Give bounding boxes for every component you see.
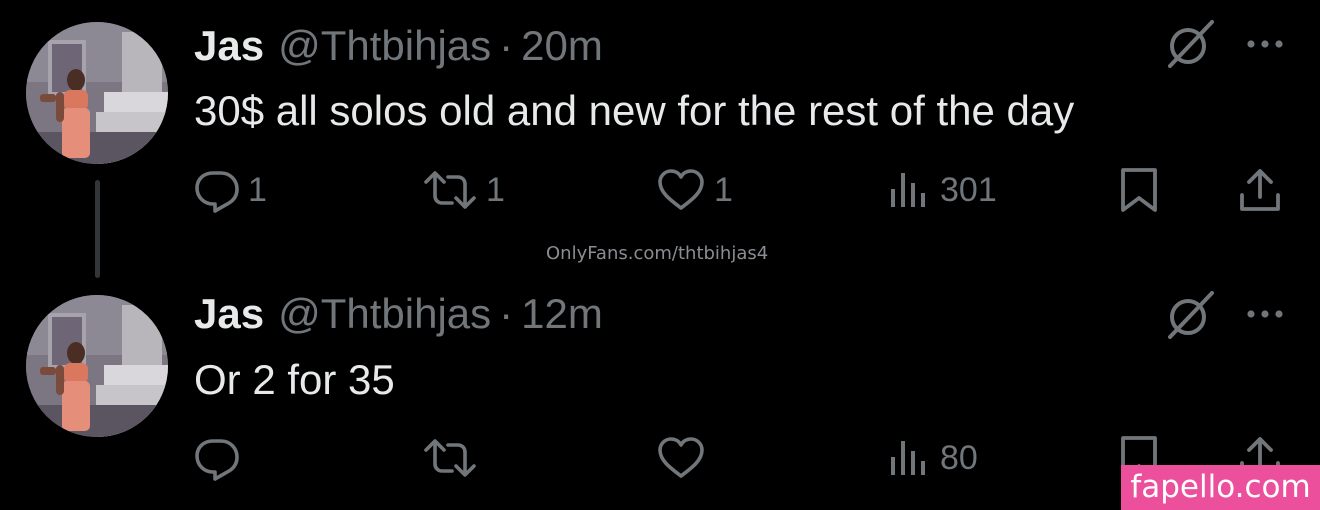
action-bar: 1 1 1 301 [0,162,1320,218]
like-button[interactable] [656,430,714,486]
repost-button[interactable] [422,430,486,486]
bookmark-button[interactable] [1116,162,1162,218]
profile-photo [26,295,168,437]
tweet-header: Jas @Thtbihjas · 12m [194,290,603,338]
avatar[interactable] [26,22,168,164]
tweet[interactable]: Jas @Thtbihjas · 20m 30$ all solos old a… [0,0,1320,278]
separator-dot: · [499,22,514,69]
reply-button[interactable]: 1 [194,162,267,218]
views-button[interactable]: 80 [886,430,978,486]
heart-icon [658,169,704,210]
view-count: 301 [940,170,997,209]
profile-photo [26,22,168,164]
heart-icon [658,437,704,478]
views-button[interactable]: 301 [886,162,997,218]
tweet-text: Or 2 for 35 [194,356,395,403]
bookmark-icon [1121,168,1157,212]
display-name[interactable]: Jas [194,22,264,70]
view-count: 80 [940,438,978,477]
more-dots-icon[interactable] [1240,294,1290,334]
repost-count: 1 [486,170,505,209]
repost-icon [424,171,476,209]
fapello-watermark: fapello.com [1121,465,1320,510]
user-handle[interactable]: @Thtbihjas [278,22,491,70]
grok-icon[interactable] [1162,289,1218,341]
reply-icon [195,171,239,213]
avatar[interactable] [26,295,168,437]
reply-button[interactable] [194,430,248,486]
user-handle[interactable]: @Thtbihjas [278,290,491,338]
separator-dot: · [499,290,514,337]
repost-icon [424,439,476,477]
display-name[interactable]: Jas [194,290,264,338]
like-button[interactable]: 1 [656,162,733,218]
more-dots-icon[interactable] [1240,24,1290,64]
tweet-header: Jas @Thtbihjas · 20m [194,22,603,70]
share-icon [1240,169,1280,211]
reply-icon [195,439,239,481]
reply-count: 1 [248,170,267,209]
like-count: 1 [714,170,733,209]
timestamp[interactable]: 12m [521,290,603,338]
grok-icon[interactable] [1162,18,1218,70]
timestamp[interactable]: 20m [521,22,603,70]
onlyfans-watermark: OnlyFans.com/thtbihjas4 [546,243,769,264]
views-icon [891,173,925,207]
repost-button[interactable]: 1 [422,162,505,218]
tweet-text: 30$ all solos old and new for the rest o… [194,87,1075,134]
views-icon [891,441,925,475]
share-button[interactable] [1236,162,1284,218]
